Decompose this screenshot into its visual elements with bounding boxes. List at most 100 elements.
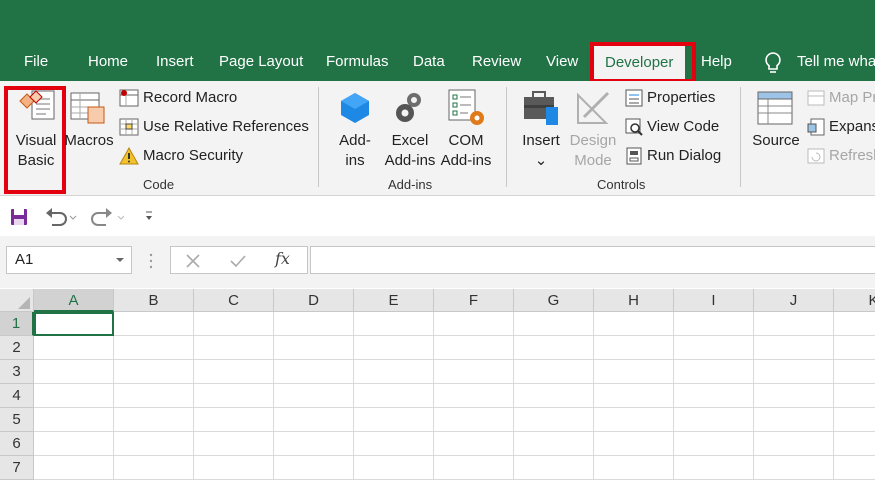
cell-f5[interactable] bbox=[434, 408, 514, 432]
expansion-packs-button[interactable]: Expans bbox=[807, 116, 875, 138]
cell-e1[interactable] bbox=[354, 312, 434, 336]
cell-j4[interactable] bbox=[754, 384, 834, 408]
row-header-1[interactable]: 1 bbox=[0, 312, 34, 336]
redo-icon[interactable] bbox=[90, 207, 124, 227]
chevron-down-icon[interactable] bbox=[115, 257, 125, 263]
cancel-icon[interactable] bbox=[185, 253, 201, 269]
cell-a4[interactable] bbox=[34, 384, 114, 408]
cell-b4[interactable] bbox=[114, 384, 194, 408]
tab-data[interactable]: Data bbox=[413, 42, 445, 81]
row-header-6[interactable]: 6 bbox=[0, 432, 34, 456]
cell-g7[interactable] bbox=[514, 456, 594, 480]
cell-g6[interactable] bbox=[514, 432, 594, 456]
cell-i1[interactable] bbox=[674, 312, 754, 336]
column-header-k[interactable]: K bbox=[834, 289, 875, 312]
tab-developer[interactable]: Developer bbox=[593, 45, 686, 81]
cell-b7[interactable] bbox=[114, 456, 194, 480]
cell-c5[interactable] bbox=[194, 408, 274, 432]
cell-e4[interactable] bbox=[354, 384, 434, 408]
cell-a6[interactable] bbox=[34, 432, 114, 456]
tell-me-search[interactable]: Tell me wha bbox=[797, 42, 875, 81]
cell-c6[interactable] bbox=[194, 432, 274, 456]
cell-c2[interactable] bbox=[194, 336, 274, 360]
cell-f7[interactable] bbox=[434, 456, 514, 480]
cell-f3[interactable] bbox=[434, 360, 514, 384]
column-header-h[interactable]: H bbox=[594, 289, 674, 312]
cell-a2[interactable] bbox=[34, 336, 114, 360]
tab-insert[interactable]: Insert bbox=[156, 42, 194, 81]
tab-formulas[interactable]: Formulas bbox=[326, 42, 389, 81]
tab-review[interactable]: Review bbox=[472, 42, 521, 81]
cell-b3[interactable] bbox=[114, 360, 194, 384]
cell-h1[interactable] bbox=[594, 312, 674, 336]
column-header-c[interactable]: C bbox=[194, 289, 274, 312]
cell-d5[interactable] bbox=[274, 408, 354, 432]
cell-h2[interactable] bbox=[594, 336, 674, 360]
cell-f1[interactable] bbox=[434, 312, 514, 336]
column-header-b[interactable]: B bbox=[114, 289, 194, 312]
cell-a5[interactable] bbox=[34, 408, 114, 432]
refresh-data-button[interactable]: Refresh bbox=[807, 145, 875, 167]
cell-j3[interactable] bbox=[754, 360, 834, 384]
cell-k5[interactable] bbox=[834, 408, 875, 432]
cell-d1[interactable] bbox=[274, 312, 354, 336]
undo-icon[interactable] bbox=[44, 207, 78, 227]
cell-h5[interactable] bbox=[594, 408, 674, 432]
save-icon[interactable] bbox=[10, 208, 28, 226]
cell-j1[interactable] bbox=[754, 312, 834, 336]
cell-k4[interactable] bbox=[834, 384, 875, 408]
cell-i4[interactable] bbox=[674, 384, 754, 408]
properties-button[interactable]: Properties bbox=[625, 87, 715, 109]
cell-g5[interactable] bbox=[514, 408, 594, 432]
cell-c4[interactable] bbox=[194, 384, 274, 408]
cell-d4[interactable] bbox=[274, 384, 354, 408]
row-header-3[interactable]: 3 bbox=[0, 360, 34, 384]
cell-e5[interactable] bbox=[354, 408, 434, 432]
insert-function-icon[interactable]: fx bbox=[275, 249, 290, 268]
cell-k2[interactable] bbox=[834, 336, 875, 360]
run-dialog-button[interactable]: Run Dialog bbox=[625, 145, 721, 167]
cell-d3[interactable] bbox=[274, 360, 354, 384]
column-header-i[interactable]: I bbox=[674, 289, 754, 312]
cell-f4[interactable] bbox=[434, 384, 514, 408]
cell-c1[interactable] bbox=[194, 312, 274, 336]
cell-h6[interactable] bbox=[594, 432, 674, 456]
tab-file[interactable]: File bbox=[24, 42, 48, 81]
cell-f2[interactable] bbox=[434, 336, 514, 360]
name-box[interactable]: A1 bbox=[6, 246, 132, 274]
cell-h7[interactable] bbox=[594, 456, 674, 480]
row-header-5[interactable]: 5 bbox=[0, 408, 34, 432]
cell-f6[interactable] bbox=[434, 432, 514, 456]
column-header-f[interactable]: F bbox=[434, 289, 514, 312]
cell-j2[interactable] bbox=[754, 336, 834, 360]
cell-d7[interactable] bbox=[274, 456, 354, 480]
tab-home[interactable]: Home bbox=[88, 42, 128, 81]
map-properties-button[interactable]: Map Pr bbox=[807, 87, 875, 109]
view-code-button[interactable]: View Code bbox=[625, 116, 719, 138]
customize-qat-icon[interactable] bbox=[144, 210, 154, 222]
macro-security-button[interactable]: Macro Security bbox=[119, 145, 243, 167]
record-macro-button[interactable]: Record Macro bbox=[119, 87, 237, 109]
cell-k6[interactable] bbox=[834, 432, 875, 456]
cell-j5[interactable] bbox=[754, 408, 834, 432]
cell-k3[interactable] bbox=[834, 360, 875, 384]
cell-g4[interactable] bbox=[514, 384, 594, 408]
cell-d6[interactable] bbox=[274, 432, 354, 456]
tab-view[interactable]: View bbox=[546, 42, 578, 81]
cell-b1[interactable] bbox=[114, 312, 194, 336]
enter-icon[interactable] bbox=[229, 253, 247, 269]
column-header-e[interactable]: E bbox=[354, 289, 434, 312]
cell-g3[interactable] bbox=[514, 360, 594, 384]
cell-c7[interactable] bbox=[194, 456, 274, 480]
cell-j6[interactable] bbox=[754, 432, 834, 456]
cell-h3[interactable] bbox=[594, 360, 674, 384]
row-header-4[interactable]: 4 bbox=[0, 384, 34, 408]
cell-b6[interactable] bbox=[114, 432, 194, 456]
cell-i3[interactable] bbox=[674, 360, 754, 384]
tab-page-layout[interactable]: Page Layout bbox=[219, 42, 303, 81]
cell-h4[interactable] bbox=[594, 384, 674, 408]
cell-c3[interactable] bbox=[194, 360, 274, 384]
cell-i5[interactable] bbox=[674, 408, 754, 432]
cell-i7[interactable] bbox=[674, 456, 754, 480]
cell-k7[interactable] bbox=[834, 456, 875, 480]
